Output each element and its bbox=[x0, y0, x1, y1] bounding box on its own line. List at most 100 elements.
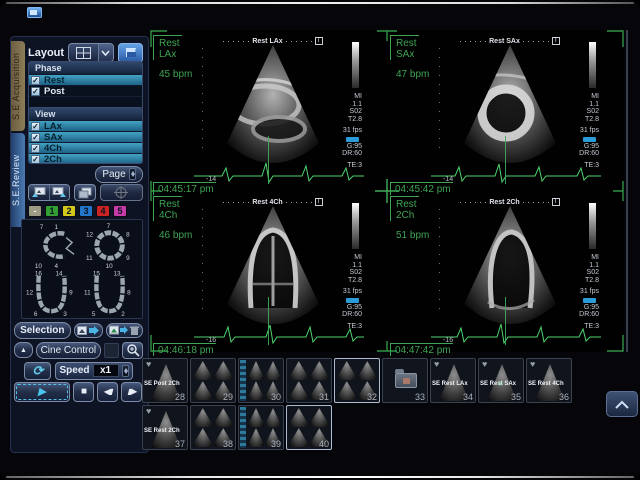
acquisition-time: 04:45:42 pm bbox=[390, 182, 453, 195]
heart-icon: ♥ bbox=[434, 359, 439, 369]
thumbnail-clip[interactable]: ♥ SE Rest 2Ch 37 bbox=[142, 405, 188, 450]
checkbox-checked-icon[interactable]: ✓ bbox=[31, 133, 40, 142]
svg-text:7: 7 bbox=[40, 224, 44, 231]
send-selection-button[interactable] bbox=[74, 323, 103, 338]
view-row-lax[interactable]: ✓ LAx bbox=[29, 120, 142, 131]
quad-label: RestLAx bbox=[153, 35, 182, 60]
layout-apply-button[interactable] bbox=[118, 43, 143, 63]
speed-stepper-icon[interactable] bbox=[122, 365, 129, 377]
cine-control-button[interactable]: Cine Control bbox=[36, 342, 101, 359]
thumbnail-clip-selected[interactable]: 40 bbox=[286, 405, 332, 450]
thumbnail-clip[interactable]: 31 bbox=[286, 358, 332, 403]
grayscale-bar bbox=[352, 42, 359, 88]
checkbox-checked-icon[interactable]: ✓ bbox=[31, 76, 40, 85]
checkbox-checked-icon[interactable]: ✓ bbox=[31, 144, 40, 153]
ecg-trace bbox=[431, 156, 603, 186]
preset-badge bbox=[346, 298, 359, 303]
quad-rest-4ch[interactable]: Rest4Ch 46 bpm Rest 4Ch T MI1.1 S02 bbox=[150, 191, 387, 352]
score-button-3[interactable]: 3 bbox=[79, 205, 93, 217]
selection-button[interactable]: Selection bbox=[14, 322, 71, 339]
tab-se-acquisition[interactable]: S.E Acquisition bbox=[11, 41, 25, 131]
thumbnail-clip[interactable]: ♥ + SE Rest SAx 35 bbox=[478, 358, 524, 403]
zoom-button[interactable] bbox=[122, 342, 143, 359]
tab-se-review[interactable]: S.E.Review bbox=[11, 133, 25, 227]
bullseye-target-button[interactable] bbox=[100, 184, 143, 201]
view-row-label: LAx bbox=[44, 121, 62, 132]
svg-text:12: 12 bbox=[86, 232, 94, 239]
magnifier-plus-icon bbox=[126, 344, 140, 357]
step-back-button[interactable]: ◀▮ bbox=[97, 382, 118, 402]
score-button-1[interactable]: 1 bbox=[45, 205, 59, 217]
view-row-2ch[interactable]: ✓ 2Ch bbox=[29, 153, 142, 164]
page-stepper-icon[interactable] bbox=[129, 168, 136, 180]
score-button-5[interactable]: 5 bbox=[113, 205, 127, 217]
thumbnail-clip[interactable]: ♥ SE Rest LAx 34 bbox=[430, 358, 476, 403]
svg-text:6: 6 bbox=[34, 311, 38, 317]
quad-display-area: RestLAx 45 bpm Rest LAx T MI1.1 S02 bbox=[150, 30, 624, 352]
page-button[interactable]: Page bbox=[95, 166, 143, 183]
heart-icon: ♥ bbox=[146, 406, 151, 416]
thumbnail-clip[interactable]: 30 bbox=[238, 358, 284, 403]
acquisition-time: 04:47:42 pm bbox=[390, 343, 453, 356]
assign-image-right-button[interactable] bbox=[49, 185, 69, 200]
thumbnail-clip[interactable]: 39 bbox=[238, 405, 284, 450]
thumbnail-collapse-button[interactable] bbox=[606, 391, 638, 417]
score-button-none[interactable]: - bbox=[28, 205, 42, 217]
play-button[interactable]: ▶ bbox=[14, 382, 70, 402]
image-arrow-icon bbox=[52, 187, 66, 198]
quad-rest-lax[interactable]: RestLAx 45 bpm Rest LAx T MI1.1 S02 bbox=[150, 30, 387, 191]
acquisition-time: 04:46:18 pm bbox=[153, 343, 216, 356]
image-arrow-trash-icon bbox=[109, 325, 139, 335]
thumbnail-clip[interactable]: ♥ SE Post 2Ch 28 bbox=[142, 358, 188, 403]
heart-rate: 46 bpm bbox=[159, 230, 192, 241]
svg-text:14: 14 bbox=[55, 270, 63, 277]
grayscale-bar bbox=[352, 203, 359, 249]
quad-rest-2ch[interactable]: Rest2Ch 51 bpm Rest 2Ch T MI1.1 S02T2.8 bbox=[387, 191, 624, 352]
ecg-cursor bbox=[268, 136, 269, 184]
phase-row-post[interactable]: ✓ Post bbox=[29, 85, 142, 96]
svg-text:9: 9 bbox=[126, 255, 130, 262]
heart-rate: 47 bpm bbox=[396, 69, 429, 80]
heart-rate: 45 bpm bbox=[159, 69, 192, 80]
send-delete-selection-button[interactable] bbox=[106, 323, 143, 338]
segment-diagram-4ch[interactable]: 16 14 12 9 6 3 bbox=[24, 269, 82, 317]
layout-dropdown[interactable] bbox=[68, 43, 114, 62]
checkbox-checked-icon[interactable]: ✓ bbox=[31, 87, 40, 96]
speed-label: Speed bbox=[59, 365, 89, 376]
stop-button[interactable]: ■ bbox=[73, 382, 94, 402]
svg-text:9: 9 bbox=[69, 289, 73, 296]
speed-control[interactable]: Speed x1 bbox=[55, 362, 132, 380]
phase-row-rest[interactable]: ✓ Rest bbox=[29, 74, 142, 85]
svg-text:11: 11 bbox=[84, 289, 91, 296]
segment-diagram-plax[interactable]: 7 1 10 4 bbox=[24, 221, 82, 269]
system-menu-icon[interactable] bbox=[27, 7, 42, 18]
tech-readout: MI1.1 S02T2.8 31 fps G:95DR:60 TE:3 bbox=[332, 203, 362, 330]
thumbnail-folder[interactable]: 33 bbox=[382, 358, 428, 403]
view-header: View bbox=[29, 108, 142, 120]
svg-text:1: 1 bbox=[54, 224, 58, 231]
collapse-panel-button[interactable]: ▲ bbox=[14, 342, 33, 358]
thumbnail-clip-selected[interactable]: 32 bbox=[334, 358, 380, 403]
thumbnail-clip[interactable]: ♥ SE Rest 4Ch 36 bbox=[526, 358, 572, 403]
quad-rest-sax[interactable]: RestSAx 47 bpm Rest SAx T MI1.1 S02T2.8 bbox=[387, 30, 624, 191]
segment-diagram-2ch[interactable]: 15 13 11 8 5 2 bbox=[82, 269, 140, 317]
view-row-sax[interactable]: ✓ SAx bbox=[29, 131, 142, 142]
chevron-down-icon[interactable] bbox=[98, 44, 113, 61]
preset-badge bbox=[346, 137, 359, 142]
segment-diagram-sax[interactable]: 7 8 9 10 11 12 bbox=[82, 221, 140, 269]
ultrasound-image-4ch bbox=[207, 204, 339, 326]
step-forward-button[interactable]: ▮▶ bbox=[121, 382, 142, 402]
score-button-4[interactable]: 4 bbox=[96, 205, 110, 217]
assign-image-left-button[interactable] bbox=[29, 185, 49, 200]
score-button-2[interactable]: 2 bbox=[62, 205, 76, 217]
svg-text:11: 11 bbox=[86, 255, 93, 262]
checkbox-checked-icon[interactable]: ✓ bbox=[31, 155, 40, 164]
viewport-edge-divider bbox=[626, 30, 628, 352]
view-row-4ch[interactable]: ✓ 4Ch bbox=[29, 142, 142, 153]
checkbox-checked-icon[interactable]: ✓ bbox=[31, 122, 40, 131]
loop-mode-button[interactable]: ⟳ bbox=[24, 362, 51, 380]
phase-row-label: Rest bbox=[44, 75, 65, 86]
thumbnail-clip[interactable]: 29 bbox=[190, 358, 236, 403]
swap-images-button[interactable] bbox=[74, 184, 96, 201]
thumbnail-clip[interactable]: 38 bbox=[190, 405, 236, 450]
